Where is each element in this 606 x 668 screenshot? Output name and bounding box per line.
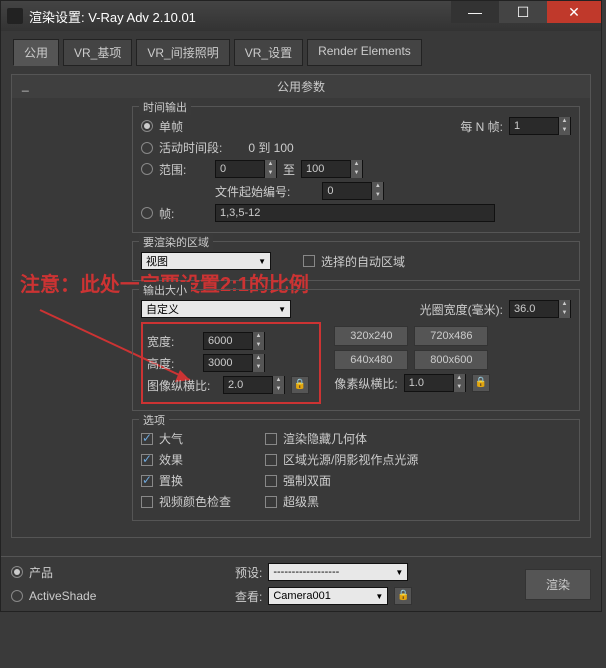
atmosphere-checkbox[interactable]: [141, 433, 153, 445]
footer: 产品 预设: ------------------▼ ActiveShade 查…: [1, 556, 601, 611]
preset-800x600[interactable]: 800x600: [414, 350, 488, 370]
chevron-down-icon: ▼: [375, 592, 383, 601]
close-button[interactable]: ✕: [547, 1, 601, 23]
chevron-down-icon: ▼: [395, 568, 403, 577]
px-aspect-lock[interactable]: 🔒: [472, 374, 490, 392]
chevron-down-icon: ▼: [278, 305, 286, 314]
range-to-spinner[interactable]: ▲▼: [301, 160, 363, 178]
radio-product[interactable]: [11, 566, 23, 578]
tab-common[interactable]: 公用: [13, 39, 59, 66]
radio-activeshade[interactable]: [11, 590, 23, 602]
highlighted-box: 宽度: ▲▼ 高度: ▲▼: [141, 322, 321, 404]
radio-single-frame[interactable]: [141, 120, 153, 132]
range-from-spinner[interactable]: ▲▼: [215, 160, 277, 178]
app-icon: [7, 8, 23, 24]
every-n-spinner[interactable]: ▲▼: [509, 117, 571, 135]
preset-320x240[interactable]: 320x240: [334, 326, 408, 346]
height-spinner[interactable]: ▲▼: [203, 354, 265, 372]
render-hidden-checkbox[interactable]: [265, 433, 277, 445]
minimize-button[interactable]: —: [451, 1, 499, 23]
width-spinner[interactable]: ▲▼: [203, 332, 265, 350]
tab-render-elements[interactable]: Render Elements: [307, 39, 422, 66]
tab-vr-indirect[interactable]: VR_间接照明: [136, 39, 229, 66]
viewport-dropdown[interactable]: Camera001▼: [268, 587, 388, 605]
super-black-checkbox[interactable]: [265, 496, 277, 508]
px-aspect-spinner[interactable]: ▲▼: [404, 374, 466, 392]
preset-dropdown[interactable]: ------------------▼: [268, 563, 408, 581]
options-section: 选项 大气 渲染隐藏几何体 效果 区域光源/阴影视作点光源: [132, 419, 580, 521]
output-size-dropdown[interactable]: 自定义▼: [141, 300, 291, 318]
video-color-checkbox[interactable]: [141, 496, 153, 508]
preset-720x486[interactable]: 720x486: [414, 326, 488, 346]
chevron-down-icon: ▼: [258, 257, 266, 266]
radio-active-segment[interactable]: [141, 142, 153, 154]
two-sided-checkbox[interactable]: [265, 475, 277, 487]
frames-input[interactable]: [215, 204, 495, 222]
collapse-icon[interactable]: _: [22, 78, 29, 92]
displacement-checkbox[interactable]: [141, 475, 153, 487]
img-aspect-lock[interactable]: 🔒: [291, 376, 309, 394]
aperture-spinner[interactable]: ▲▼: [509, 300, 571, 318]
tab-vr-basic[interactable]: VR_基项: [63, 39, 132, 66]
render-button[interactable]: 渲染: [525, 569, 591, 600]
area-lights-checkbox[interactable]: [265, 454, 277, 466]
maximize-button[interactable]: ☐: [499, 1, 547, 23]
window-title: 渲染设置: V-Ray Adv 2.10.01: [29, 7, 451, 26]
preset-640x480[interactable]: 640x480: [334, 350, 408, 370]
img-aspect-spinner[interactable]: ▲▼: [223, 376, 285, 394]
radio-frames[interactable]: [141, 207, 153, 219]
tab-vr-settings[interactable]: VR_设置: [234, 39, 303, 66]
output-size-section: 输出大小 自定义▼ 光圈宽度(毫米): ▲▼: [132, 289, 580, 411]
auto-region-checkbox[interactable]: [303, 255, 315, 267]
radio-range[interactable]: [141, 163, 153, 175]
file-start-spinner[interactable]: ▲▼: [322, 182, 384, 200]
effects-checkbox[interactable]: [141, 454, 153, 466]
group-title[interactable]: _ 公用参数: [12, 75, 590, 98]
render-settings-window: 渲染设置: V-Ray Adv 2.10.01 — ☐ ✕ 公用 VR_基项 V…: [0, 0, 602, 612]
content: _ 公用参数 时间输出 单帧 每 N 帧: ▲▼: [1, 66, 601, 556]
common-params-group: _ 公用参数 时间输出 单帧 每 N 帧: ▲▼: [11, 74, 591, 538]
tab-bar: 公用 VR_基项 VR_间接照明 VR_设置 Render Elements: [1, 31, 601, 66]
time-output-section: 时间输出 单帧 每 N 帧: ▲▼ 活动时间段:: [132, 106, 580, 233]
viewport-lock[interactable]: 🔒: [394, 587, 412, 605]
titlebar[interactable]: 渲染设置: V-Ray Adv 2.10.01 — ☐ ✕: [1, 1, 601, 31]
